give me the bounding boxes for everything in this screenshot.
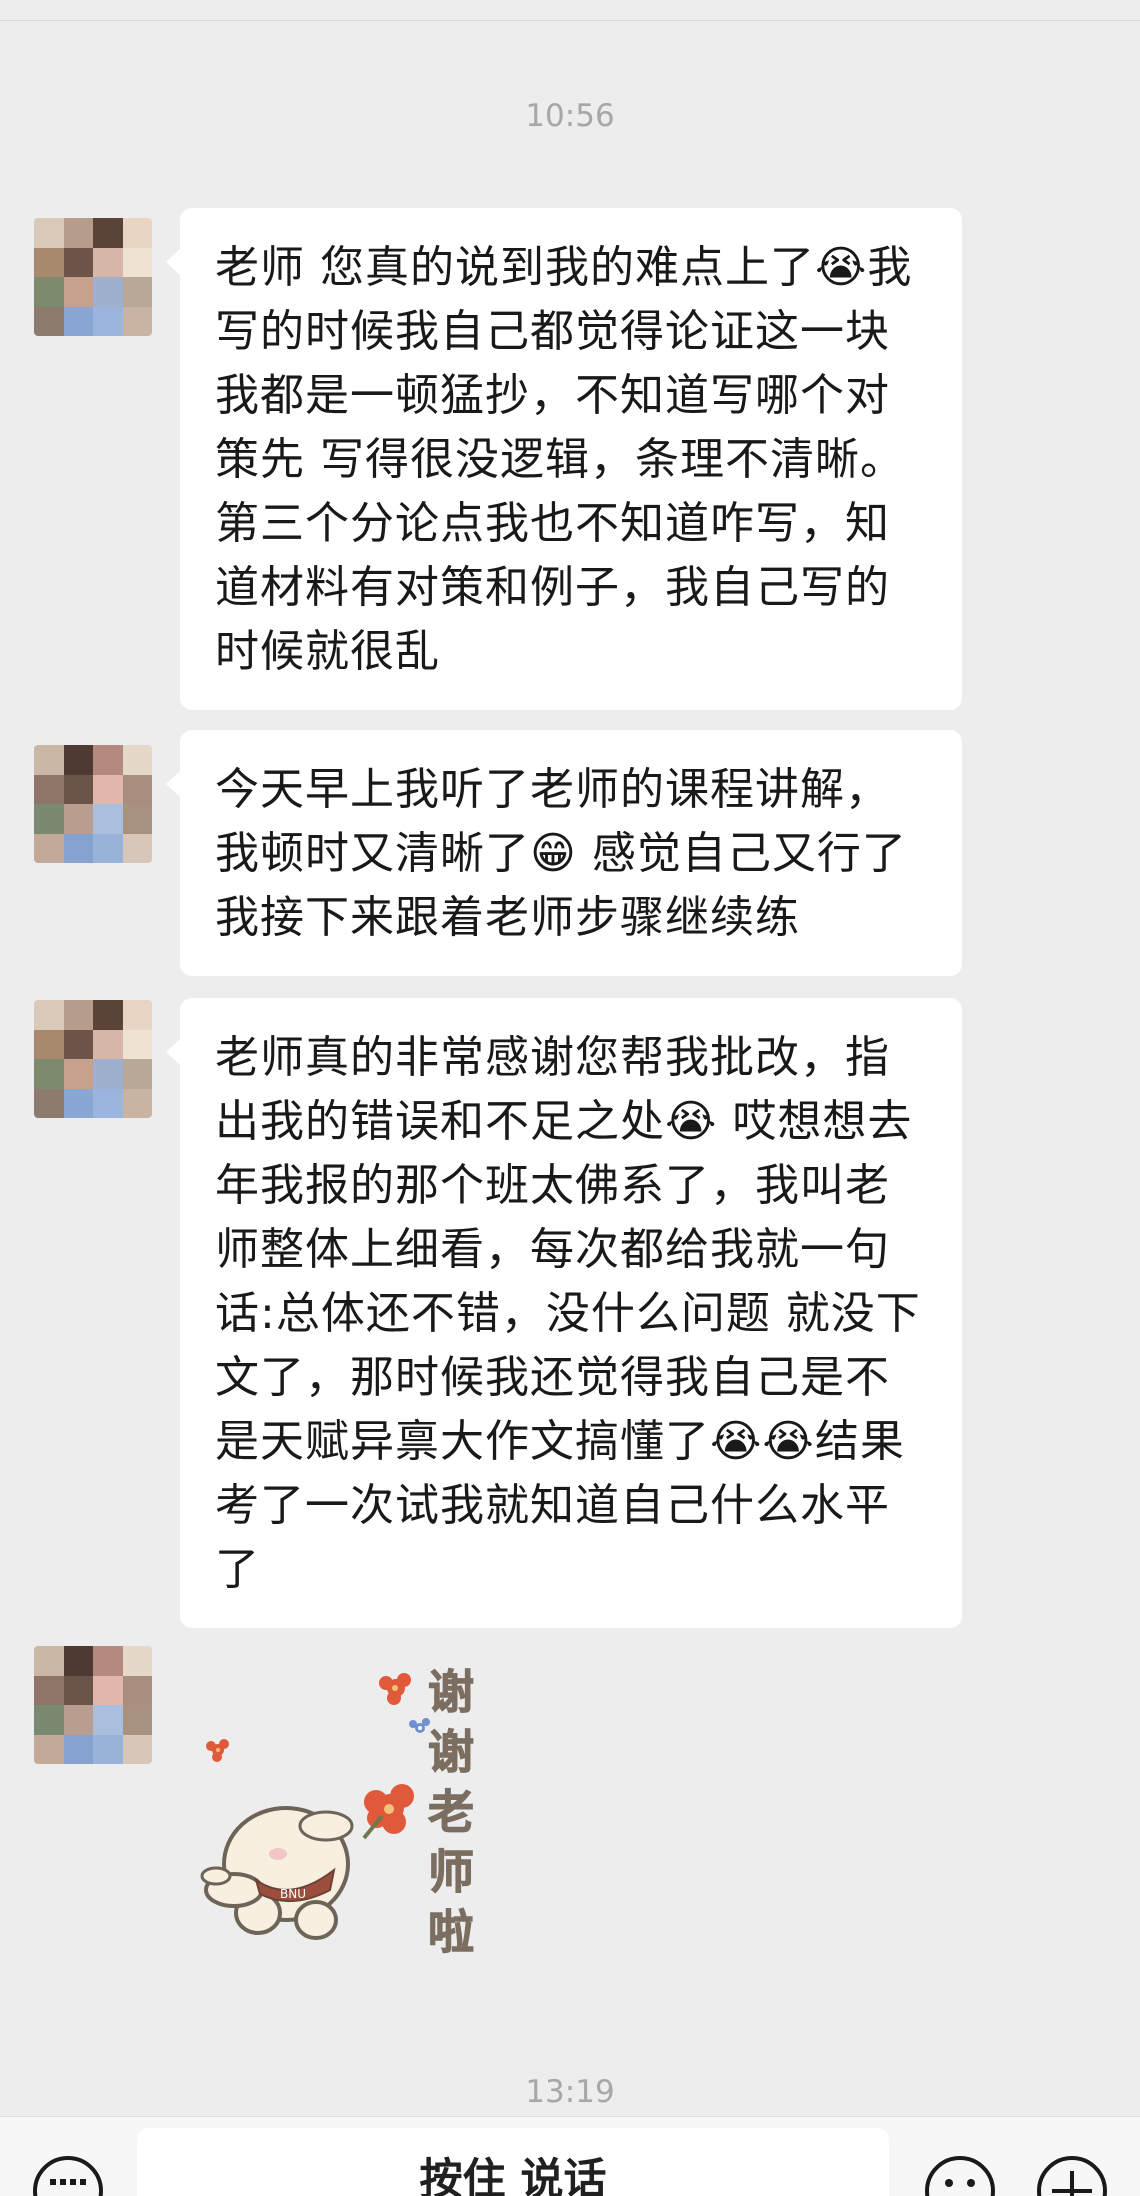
avatar[interactable] <box>34 1000 152 1118</box>
flower-icon <box>206 1739 229 1762</box>
thank-you-sticker[interactable]: BNU 谢 谢 老 师 啦 <box>194 1658 514 1963</box>
bunny-figure: BNU <box>200 1806 354 1940</box>
timestamp: 10:56 <box>525 98 615 134</box>
avatar[interactable] <box>34 745 152 863</box>
sticker-char: 老 <box>428 1785 474 1839</box>
plus-icon[interactable] <box>1036 2155 1108 2196</box>
flower-icon <box>362 1784 414 1840</box>
message-bubble[interactable]: 今天早上我听了老师的课程讲解，我顿时又清晰了😁 感觉自己又行了 我接下来跟着老师… <box>166 730 962 976</box>
sticker-char: 师 <box>428 1845 474 1899</box>
small-blue-flower-icon <box>409 1718 430 1733</box>
flower-icon <box>379 1673 411 1705</box>
message-bubble[interactable]: 老师真的非常感谢您帮我批改，指出我的错误和不足之处😭 哎想想去年我报的那个班太佛… <box>166 998 962 1628</box>
keyboard-icon[interactable] <box>32 2155 104 2196</box>
hold-to-talk-button[interactable]: 按住 说话 <box>137 2128 889 2196</box>
top-divider <box>0 20 1140 21</box>
avatar[interactable] <box>34 218 152 336</box>
sticker-char: 谢 <box>428 1725 474 1779</box>
emoji-icon[interactable] <box>924 2155 996 2196</box>
sticker-char: 啦 <box>428 1905 474 1959</box>
chat-screen: 10:56 老师 您真的说到我的难点上了😭我写的时候我自己都觉得论证这一块我都是… <box>0 0 1140 2196</box>
timestamp: 13:19 <box>525 2074 615 2110</box>
avatar[interactable] <box>34 1646 152 1764</box>
sticker-badge: BNU <box>280 1887 306 1901</box>
message-bubble[interactable]: 老师 您真的说到我的难点上了😭我写的时候我自己都觉得论证这一块我都是一顿猛抄，不… <box>166 208 962 710</box>
bunny-sticker-image: BNU 谢 谢 老 师 啦 <box>200 1665 475 1960</box>
sticker-char: 谢 <box>428 1665 474 1719</box>
